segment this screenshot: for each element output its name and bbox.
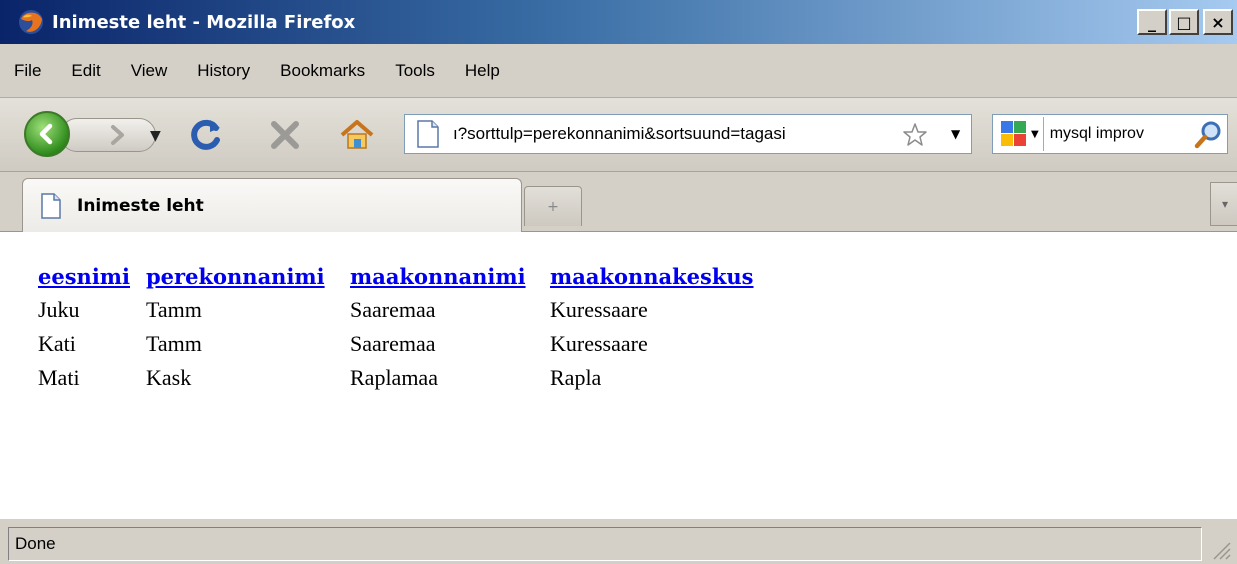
sort-link-perekonnanimi[interactable]: perekonnanimi bbox=[146, 264, 325, 289]
cell-eesnimi: Kati bbox=[38, 331, 76, 356]
header-eesnimi: eesnimi bbox=[36, 264, 140, 289]
forward-arrow-icon bbox=[111, 125, 124, 145]
page-content: eesnimi perekonnanimi maakonnanimi maako… bbox=[0, 232, 1237, 518]
window-titlebar: Inimeste leht - Mozilla Firefox _ □ × bbox=[0, 0, 1237, 44]
window-title: Inimeste leht - Mozilla Firefox bbox=[52, 11, 356, 33]
menu-file[interactable]: File bbox=[14, 61, 41, 81]
page-icon bbox=[417, 120, 439, 148]
maximize-icon: □ bbox=[1176, 12, 1192, 32]
cell-perekonnanimi: Tamm bbox=[146, 331, 202, 356]
search-separator bbox=[1042, 117, 1044, 151]
stop-icon[interactable] bbox=[266, 116, 304, 154]
minimize-button[interactable]: _ bbox=[1137, 9, 1167, 35]
menu-history[interactable]: History bbox=[197, 61, 250, 81]
tab-list-button[interactable]: ▾ bbox=[1210, 182, 1237, 226]
table-header-row: eesnimi perekonnanimi maakonnanimi maako… bbox=[36, 264, 756, 289]
back-button[interactable] bbox=[24, 111, 70, 157]
cell-perekonnanimi: Kask bbox=[146, 365, 192, 390]
menu-tools[interactable]: Tools bbox=[395, 61, 435, 81]
header-maakonnanimi: maakonnanimi bbox=[348, 264, 544, 289]
menu-view[interactable]: View bbox=[131, 61, 168, 81]
tab-inimeste-leht[interactable]: Inimeste leht bbox=[22, 178, 522, 232]
url-bar[interactable]: ı?sorttulp=perekonnanimi&sortsuund=tagas… bbox=[404, 114, 972, 154]
status-bar: Done bbox=[0, 518, 1237, 564]
table-row: Juku Tamm Saaremaa Kuressaare bbox=[36, 297, 756, 323]
sort-link-maakonnanimi[interactable]: maakonnanimi bbox=[350, 264, 526, 289]
resize-grip-icon[interactable] bbox=[1208, 537, 1232, 561]
navigation-toolbar: ▼ ı?sorttulp=perekonnanimi&sortsuund=tag… bbox=[0, 98, 1237, 172]
reload-icon[interactable] bbox=[186, 116, 226, 154]
status-text: Done bbox=[15, 534, 56, 553]
table-row: Kati Tamm Saaremaa Kuressaare bbox=[36, 331, 756, 357]
menu-edit[interactable]: Edit bbox=[71, 61, 100, 81]
chevron-down-icon: ▾ bbox=[1221, 197, 1229, 211]
plus-icon: + bbox=[547, 198, 559, 215]
sort-link-maakonnakeskus[interactable]: maakonnakeskus bbox=[550, 264, 754, 289]
sort-link-eesnimi[interactable]: eesnimi bbox=[38, 264, 130, 289]
url-input[interactable]: ı?sorttulp=perekonnanimi&sortsuund=tagas… bbox=[453, 124, 893, 144]
cell-eesnimi: Mati bbox=[38, 365, 80, 390]
menu-help[interactable]: Help bbox=[465, 61, 500, 81]
minimize-icon: _ bbox=[1148, 12, 1156, 32]
cell-eesnimi: Juku bbox=[38, 297, 80, 322]
home-icon[interactable] bbox=[338, 116, 376, 154]
cell-maakonnanimi: Raplamaa bbox=[350, 365, 438, 390]
cell-maakonnakeskus: Kuressaare bbox=[550, 297, 648, 322]
page-icon bbox=[41, 192, 61, 219]
tab-strip: Inimeste leht + ▾ bbox=[0, 172, 1237, 232]
cell-maakonnakeskus: Rapla bbox=[550, 365, 602, 390]
maximize-button[interactable]: □ bbox=[1169, 9, 1199, 35]
firefox-icon bbox=[19, 10, 43, 34]
tab-label: Inimeste leht bbox=[77, 195, 204, 216]
cell-maakonnanimi: Saaremaa bbox=[350, 297, 436, 322]
magnifier-icon[interactable] bbox=[1193, 120, 1223, 150]
back-arrow-icon bbox=[39, 123, 53, 145]
table-row: Mati Kask Raplamaa Rapla bbox=[36, 365, 756, 391]
search-bar[interactable]: ▼ mysql improv bbox=[992, 114, 1228, 154]
menu-bookmarks[interactable]: Bookmarks bbox=[280, 61, 365, 81]
new-tab-button[interactable]: + bbox=[524, 186, 582, 226]
status-panel: Done bbox=[8, 527, 1202, 561]
cell-maakonnanimi: Saaremaa bbox=[350, 331, 436, 356]
window-controls: _ □ × bbox=[1137, 9, 1233, 35]
cell-perekonnanimi: Tamm bbox=[146, 297, 202, 322]
cell-maakonnakeskus: Kuressaare bbox=[550, 331, 648, 356]
close-button[interactable]: × bbox=[1203, 9, 1233, 35]
search-engine-dropdown-icon[interactable]: ▼ bbox=[1031, 129, 1039, 140]
people-table: eesnimi perekonnanimi maakonnanimi maako… bbox=[32, 256, 760, 399]
header-perekonnanimi: perekonnanimi bbox=[144, 264, 344, 289]
url-dropdown-icon[interactable]: ▼ bbox=[951, 127, 960, 141]
star-icon[interactable] bbox=[901, 121, 929, 149]
close-icon: × bbox=[1211, 12, 1225, 32]
history-dropdown-icon[interactable]: ▼ bbox=[150, 128, 161, 144]
search-input[interactable]: mysql improv bbox=[1050, 125, 1180, 143]
google-icon[interactable] bbox=[999, 119, 1029, 149]
menu-bar: File Edit View History Bookmarks Tools H… bbox=[0, 44, 1237, 98]
header-maakonnakeskus: maakonnakeskus bbox=[548, 264, 756, 289]
